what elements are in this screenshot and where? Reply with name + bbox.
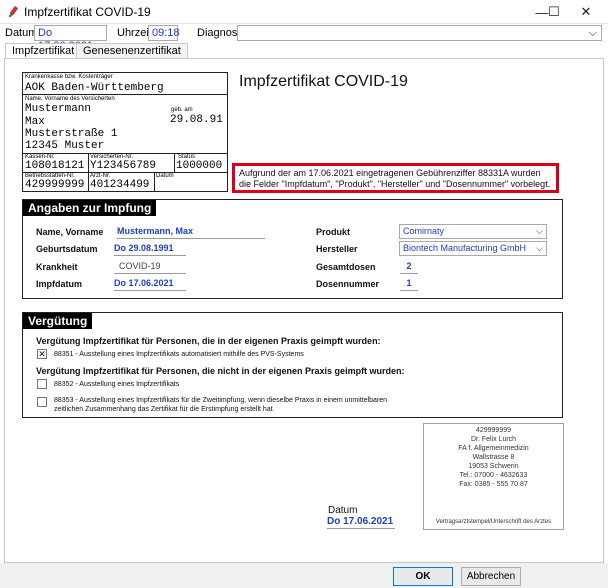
stamp-fax: Fax: 0385 - 555 70 87 xyxy=(459,481,528,488)
signature-datum-label: Datum xyxy=(328,505,358,516)
geburtsdatum-field[interactable]: Do 29.08.1991 xyxy=(114,243,186,256)
option-88353-label-line2: zeitlichen Zusammenhang das Zertifikat f… xyxy=(54,406,273,413)
stamp-street: Wallstrasse 8 xyxy=(472,454,515,461)
hersteller-value: Biontech Manufacturing GmbH xyxy=(403,243,527,253)
bsnr-value: 429999999 xyxy=(25,179,85,191)
option-88351-label: 88351 - Ausstellung eines Impfzertifikat… xyxy=(54,351,304,358)
chevron-down-icon: ⌵ xyxy=(588,27,597,39)
divider xyxy=(23,94,227,95)
geburtsdatum-label: Geburtsdatum xyxy=(36,244,98,254)
datum-label: Datum xyxy=(5,27,38,39)
stamp-caption: Vertragsarztstempel/Unterschrift des Arz… xyxy=(435,519,552,525)
doctor-stamp: 429999999 Dr. Felix Lurch FA f. Allgemei… xyxy=(423,423,564,530)
insurance-box: Krankenkasse bzw. Kostenträger AOK Baden… xyxy=(22,72,228,192)
impfung-heading: Angaben zur Impfung xyxy=(23,200,157,216)
name-field[interactable]: Mustermann, Max xyxy=(117,226,265,239)
verguetung-heading: Vergütung xyxy=(23,313,93,329)
chevron-down-icon: ⌵ xyxy=(536,243,543,253)
krankheit-field[interactable]: COVID-19 xyxy=(114,261,186,274)
gesamtdosen-field[interactable]: 2 xyxy=(400,261,418,274)
stamp-specialty: FA f. Allgemeinmedizin xyxy=(458,445,529,452)
uhrzeit-field[interactable]: 09:18 xyxy=(148,25,180,41)
name-label: Name, Vorname xyxy=(36,227,104,237)
kasse-label: Krankenkasse bzw. Kostenträger xyxy=(25,74,113,80)
lastname: Mustermann xyxy=(25,103,92,115)
window-title: Impfzertifikat COVID-19 xyxy=(24,5,151,19)
gesamtdosen-label: Gesamtdosen xyxy=(316,262,376,272)
checkbox-88352[interactable] xyxy=(37,379,47,389)
krankheit-label: Krankheit xyxy=(36,262,78,272)
dosennummer-field[interactable]: 1 xyxy=(400,278,418,291)
kasse-value: AOK Baden-Württemberg xyxy=(25,82,164,94)
syringe-app-icon xyxy=(8,5,19,18)
impfdatum-field[interactable]: Do 17.06.2021 xyxy=(114,278,186,291)
hersteller-label: Hersteller xyxy=(316,244,358,254)
prefill-notice: Aufgrund der am 17.06.2021 eingetragenen… xyxy=(232,163,559,193)
ok-button[interactable]: OK xyxy=(393,567,453,586)
title-bar: Impfzertifikat COVID-19 — ☐ ✕ xyxy=(0,0,608,24)
cancel-button[interactable]: Abbrechen xyxy=(461,567,521,586)
divider xyxy=(174,153,175,172)
hersteller-select[interactable]: Biontech Manufacturing GmbH ⌵ xyxy=(399,241,547,256)
form-title: Impfzertifikat COVID-19 xyxy=(239,73,408,90)
name-label: Name, Vorname des Versicherten xyxy=(25,96,115,102)
geb-label: geb. am xyxy=(171,107,193,113)
diagnose-select[interactable]: ⌵ xyxy=(237,25,602,41)
stamp-doctor: Dr. Felix Lurch xyxy=(470,436,517,443)
stamp-bsnr: 429999999 xyxy=(475,427,512,434)
verguetung-sub2: Vergütung Impfzertifikat für Personen, d… xyxy=(36,366,405,376)
chevron-down-icon: ⌵ xyxy=(536,226,543,236)
kassennr-value: 108018121 xyxy=(25,160,85,172)
produkt-label: Produkt xyxy=(316,227,351,237)
datum-field[interactable]: Do 17.06.2021 xyxy=(34,25,107,52)
versnr-value: Y123456789 xyxy=(90,160,157,172)
city: 12345 Muster xyxy=(25,140,105,152)
dosennummer-label: Dosennummer xyxy=(316,279,380,289)
uhrzeit-label: Uhrzeit xyxy=(117,27,152,39)
stamp-city: 19053 Schwerin xyxy=(468,463,519,470)
stamp-phone: Tel.: 07000 - 4632633 xyxy=(459,472,528,479)
street: Musterstraße 1 xyxy=(25,128,118,140)
divider xyxy=(154,172,155,191)
produkt-value: Comirnaty xyxy=(403,226,445,236)
produkt-select[interactable]: Comirnaty ⌵ xyxy=(399,224,547,239)
signature-datum-field[interactable]: Do 17.06.2021 xyxy=(327,516,395,529)
birthdate: 29.08.91 xyxy=(170,114,223,126)
option-88353-label-line1: 88353 - Ausstellung eines Impfzertifikat… xyxy=(54,397,388,404)
checkbox-88353[interactable] xyxy=(37,397,47,407)
arztnr-value: 401234499 xyxy=(90,179,150,191)
option-88352-label: 88352 - Ausstellung eines Impfzertifikat… xyxy=(54,381,180,388)
tab-genesenenzertifikat[interactable]: Genesenenzertifikat xyxy=(76,43,188,59)
status-value: 1000000 xyxy=(176,160,223,172)
impfdatum-label: Impfdatum xyxy=(36,279,82,289)
close-button[interactable]: ✕ xyxy=(564,0,608,24)
ins-datum-label: Datum xyxy=(156,173,174,179)
verguetung-sub1: Vergütung Impfzertifikat für Personen, d… xyxy=(36,336,381,346)
firstname: Max xyxy=(25,116,45,128)
checkbox-88351[interactable]: ✕ xyxy=(37,349,47,359)
